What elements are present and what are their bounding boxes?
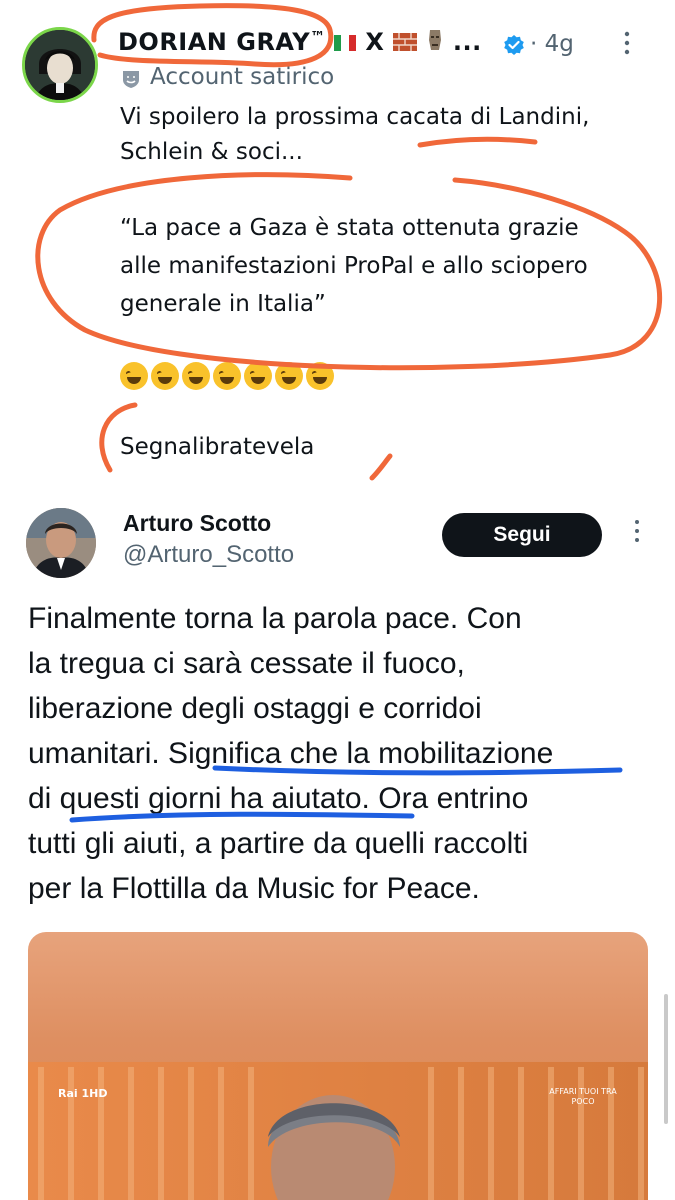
tweet-text-line: la tregua ci sarà cessate il fuoco, <box>28 647 465 680</box>
rofl-emoji-icon <box>120 362 148 390</box>
rofl-emoji-icon <box>244 362 272 390</box>
tweet-text-line: per la Flottilla da Music for Peace. <box>28 872 480 905</box>
rofl-emoji-icon <box>275 362 303 390</box>
tweet-dorian-gray[interactable]: DORIAN GRAY™ X ... · 4g Account satirico… <box>0 0 675 482</box>
tweet-body: Finalmente torna la parola pace. Con la … <box>28 596 648 911</box>
avatar[interactable] <box>26 508 96 578</box>
rofl-emoji-icon <box>182 362 210 390</box>
brick-wall-icon <box>393 29 418 57</box>
quote-line: alle manifestazioni ProPal e allo sciope… <box>120 253 588 279</box>
more-vertical-icon[interactable] <box>632 518 642 544</box>
verified-badge-icon <box>504 35 524 55</box>
tweet-text-line: liberazione degli ostaggi e corridoi <box>28 692 482 725</box>
tweet-time[interactable]: · 4g <box>530 31 574 57</box>
user-handle[interactable]: @Arturo_Scotto <box>123 541 294 569</box>
display-name[interactable]: Arturo Scotto <box>123 510 271 537</box>
divider <box>0 482 675 486</box>
italy-flag-icon <box>334 29 357 57</box>
account-label: Account satirico <box>150 64 335 90</box>
tweet-media-video[interactable]: Rai 1HD AFFARI TUOI TRA POCO <box>28 932 648 1200</box>
quote-line: generale in Italia” <box>120 291 326 317</box>
scrollbar[interactable] <box>664 994 668 1124</box>
tweet-text-line: Vi spoilero la prossima cacata di Landin… <box>120 104 590 130</box>
tweet-text-line: tutti gli aiuti, a partire da quelli rac… <box>28 827 529 860</box>
more-vertical-icon[interactable] <box>622 30 632 62</box>
laughing-emoji-row <box>120 362 334 390</box>
channel-logo: Rai 1HD <box>58 1087 108 1100</box>
tweet-text-line: di questi giorni ha aiutato. Ora entrino <box>28 782 529 815</box>
follow-button[interactable]: Segui <box>442 513 602 557</box>
rofl-emoji-icon <box>151 362 179 390</box>
satire-label-icon <box>123 71 139 88</box>
quote-line: “La pace a Gaza è stata ottenuta grazie <box>120 215 579 241</box>
tweet-closing-text: Segnalibratevela <box>120 434 315 460</box>
rofl-emoji-icon <box>213 362 241 390</box>
tweet-text-line: Finalmente torna la parola pace. Con <box>28 602 522 635</box>
display-name[interactable]: DORIAN GRAY™ X ... <box>118 28 482 58</box>
avatar[interactable] <box>22 27 98 103</box>
broadcast-overlay-text: AFFARI TUOI TRA POCO <box>549 1087 617 1106</box>
moai-icon <box>426 28 444 58</box>
tweet-text-line: Schlein & soci... <box>120 139 303 165</box>
tweet-text-line: umanitari. Significa che la mobilitazion… <box>28 737 554 770</box>
rofl-emoji-icon <box>306 362 334 390</box>
